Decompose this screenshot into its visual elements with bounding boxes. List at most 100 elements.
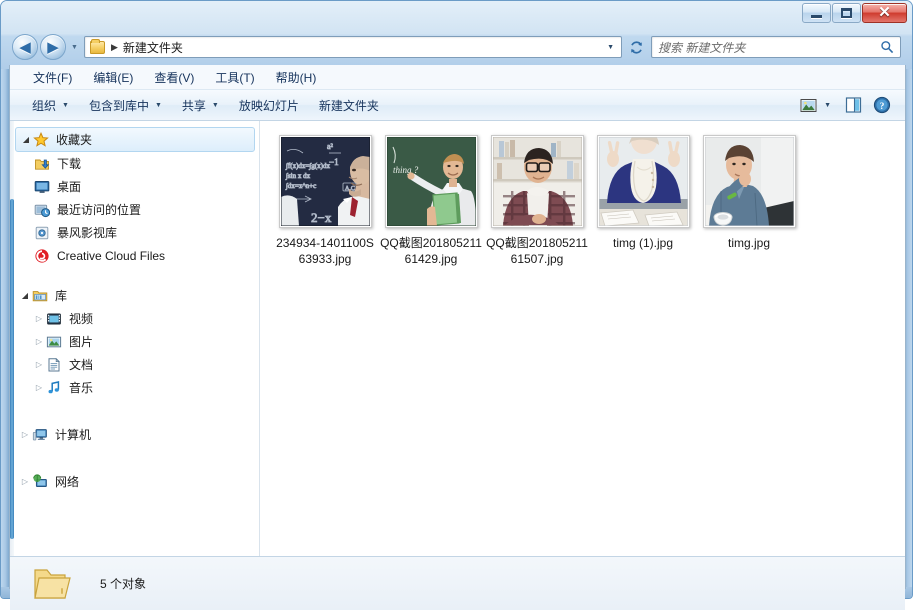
file-item[interactable]: thing ?: [378, 135, 484, 267]
sidebar-item-desktop[interactable]: 桌面: [10, 175, 259, 198]
organize-button[interactable]: 组织 ▼: [22, 92, 79, 119]
sidebar-label-music: 音乐: [69, 379, 93, 396]
thumbnail-teacher-green-board: thing ?: [387, 137, 476, 226]
computer-icon: [32, 427, 49, 443]
organize-label: 组织: [32, 97, 56, 114]
sidebar-label-network: 网络: [55, 473, 79, 490]
svg-text:?: ?: [880, 102, 885, 112]
chevron-down-icon: ▼: [155, 102, 162, 109]
menu-view[interactable]: 查看(V): [145, 66, 203, 89]
sidebar-item-computer[interactable]: ▷ 计算机: [10, 423, 259, 446]
baofeng-icon: [34, 225, 51, 241]
svg-text:2−x: 2−x: [311, 210, 332, 225]
forward-button[interactable]: ▶: [40, 34, 66, 60]
breadcrumb-current-folder[interactable]: 新建文件夹: [123, 39, 183, 56]
minimize-button[interactable]: [802, 3, 831, 23]
thumbnail-frame: ∫f(x)dx=∫g(x)dx ∫sin x dx ∫dx=x^n+c a² −…: [279, 135, 372, 228]
sidebar-label-creative-cloud-files: Creative Cloud Files: [57, 249, 165, 263]
twisty-closed-icon[interactable]: ▷: [32, 360, 46, 369]
sidebar-item-network[interactable]: ▷ 网络: [10, 470, 259, 493]
file-item[interactable]: ∫f(x)dx=∫g(x)dx ∫sin x dx ∫dx=x^n+c a² −…: [272, 135, 378, 267]
sidebar-label-favorites: 收藏夹: [56, 131, 92, 148]
menu-edit[interactable]: 编辑(E): [84, 66, 142, 89]
include-in-library-button[interactable]: 包含到库中 ▼: [79, 92, 172, 119]
svg-text:thing ?: thing ?: [393, 165, 419, 175]
maximize-button[interactable]: [832, 3, 861, 23]
address-dropdown-icon[interactable]: ▼: [607, 44, 614, 51]
pictures-icon: [46, 334, 63, 350]
nav-scrollbar-track[interactable]: [10, 121, 14, 556]
toolbar-right-group: ▼ ?: [795, 93, 905, 117]
twisty-open-icon[interactable]: ◢: [19, 135, 33, 144]
chevron-down-icon: ▼: [212, 102, 219, 109]
sidebar-item-recent-places[interactable]: 最近访问的位置: [10, 198, 259, 221]
refresh-button[interactable]: [625, 36, 647, 58]
sidebar-gap: [10, 399, 259, 423]
new-folder-button[interactable]: 新建文件夹: [309, 92, 389, 119]
file-name: QQ截图20180521161507.jpg: [485, 235, 589, 267]
sidebar-item-videos[interactable]: ▷ 视频: [10, 307, 259, 330]
file-list-pane[interactable]: ∫f(x)dx=∫g(x)dx ∫sin x dx ∫dx=x^n+c a² −…: [260, 121, 905, 556]
chevron-down-icon: ▼: [62, 102, 69, 109]
thumbnail-man-blue-shirt: [705, 137, 794, 226]
new-folder-label: 新建文件夹: [319, 97, 379, 114]
share-button[interactable]: 共享 ▼: [172, 92, 229, 119]
sidebar-label-recent-places: 最近访问的位置: [57, 201, 141, 218]
sidebar-item-favorites[interactable]: ◢ 收藏夹: [15, 127, 255, 152]
twisty-closed-icon[interactable]: ▷: [18, 477, 32, 486]
nav-scrollbar-thumb[interactable]: [10, 199, 14, 539]
window-controls: ✕: [802, 3, 907, 23]
twisty-closed-icon[interactable]: ▷: [32, 314, 46, 323]
sidebar-label-downloads: 下载: [57, 155, 81, 172]
twisty-closed-icon[interactable]: ▷: [32, 337, 46, 346]
command-toolbar: 组织 ▼ 包含到库中 ▼ 共享 ▼ 放映幻灯片 新建文件夹: [10, 89, 905, 121]
menu-bar: 文件(F) 编辑(E) 查看(V) 工具(T) 帮助(H): [10, 65, 905, 89]
share-label: 共享: [182, 97, 206, 114]
search-input[interactable]: 搜索 新建文件夹: [658, 39, 745, 56]
sidebar-item-pictures[interactable]: ▷ 图片: [10, 330, 259, 353]
creative-cloud-icon: [34, 248, 51, 264]
file-name: QQ截图20180521161429.jpg: [379, 235, 483, 267]
status-bar: 5 个对象: [10, 556, 905, 610]
slideshow-label: 放映幻灯片: [239, 97, 299, 114]
library-icon: [32, 288, 49, 304]
address-bar[interactable]: ▶ 新建文件夹 ▼: [84, 36, 622, 58]
preview-pane-button[interactable]: [840, 93, 866, 117]
view-dropdown-icon[interactable]: ▼: [824, 102, 831, 109]
file-item[interactable]: QQ截图20180521161507.jpg: [484, 135, 590, 267]
file-item[interactable]: timg (1).jpg: [590, 135, 696, 267]
include-in-library-label: 包含到库中: [89, 97, 149, 114]
recent-places-icon: [34, 202, 51, 218]
file-name: 234934-1401100S63933.jpg: [273, 235, 377, 267]
twisty-open-icon[interactable]: ◢: [18, 291, 32, 300]
star-icon: [33, 132, 50, 148]
help-button[interactable]: ?: [869, 93, 895, 117]
menu-file[interactable]: 文件(F): [24, 66, 81, 89]
sidebar-item-creative-cloud-files[interactable]: Creative Cloud Files: [10, 244, 259, 267]
back-button[interactable]: ◀: [12, 34, 38, 60]
history-dropdown-icon[interactable]: ▼: [71, 44, 78, 51]
video-icon: [46, 311, 63, 327]
close-button[interactable]: ✕: [862, 3, 907, 23]
twisty-closed-icon[interactable]: ▷: [32, 383, 46, 392]
sidebar-item-baofeng[interactable]: 暴风影视库: [10, 221, 259, 244]
sidebar-item-downloads[interactable]: 下载: [10, 152, 259, 175]
file-tiles: ∫f(x)dx=∫g(x)dx ∫sin x dx ∫dx=x^n+c a² −…: [272, 135, 905, 281]
search-box[interactable]: 搜索 新建文件夹: [651, 36, 901, 58]
menu-tools[interactable]: 工具(T): [206, 66, 263, 89]
sidebar-label-desktop: 桌面: [57, 178, 81, 195]
status-text: 5 个对象: [100, 575, 146, 592]
slideshow-button[interactable]: 放映幻灯片: [229, 92, 309, 119]
svg-text:∫f(x)dx=∫g(x)dx: ∫f(x)dx=∫g(x)dx: [285, 162, 330, 170]
change-view-button[interactable]: [795, 93, 821, 117]
file-item[interactable]: timg.jpg: [696, 135, 802, 267]
sidebar-item-music[interactable]: ▷ 音乐: [10, 376, 259, 399]
menu-help[interactable]: 帮助(H): [267, 66, 326, 89]
breadcrumb-separator-icon: ▶: [111, 42, 118, 53]
sidebar-item-libraries[interactable]: ◢ 库: [10, 284, 259, 307]
twisty-closed-icon[interactable]: ▷: [18, 430, 32, 439]
thumbnail-frame: [597, 135, 690, 228]
thumbnail-student-glasses-plaid: [493, 137, 582, 226]
refresh-icon: [629, 40, 644, 55]
sidebar-item-documents[interactable]: ▷ 文档: [10, 353, 259, 376]
